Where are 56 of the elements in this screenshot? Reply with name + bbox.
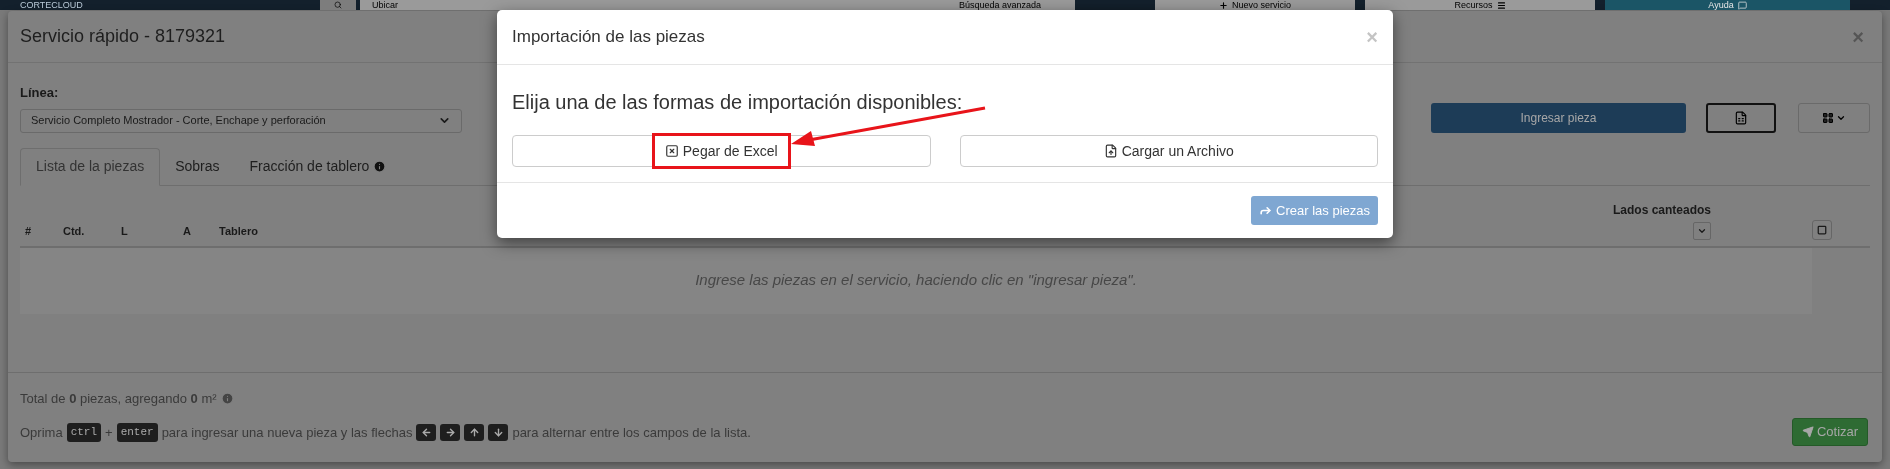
arrow-right-icon [444,426,456,438]
column-header: L [121,224,129,239]
add-piece-button[interactable]: Ingresar pieza [1431,102,1686,133]
empty-message: Ingrese las piezas en el servicio, haciendo clic en "ingresar pieza". [695,270,1137,291]
column-header: # [24,224,33,239]
navbar-button[interactable]: Ayuda [1605,0,1850,10]
spreadsheet-x-icon [664,144,679,158]
tab[interactable]: Fracción de tablero [234,147,402,186]
share-arrow-icon [1259,204,1273,217]
navbar-button[interactable]: Recursos [1365,0,1595,10]
search-field[interactable]: Ubicar [360,0,925,10]
paper-plane-icon [1801,426,1814,438]
line-select[interactable]: Servicio Completo Mostrador - Corte, Enchape y perforación [20,108,462,133]
navbar-button[interactable]: Búsqueda avanzada [925,0,1075,10]
plus-icon [1219,0,1228,10]
hint-text: Oprima [20,423,63,442]
prompt-text: Elija una de las formas de importación disponibles: [512,90,964,115]
document-icon [1734,110,1748,125]
hint-text: para ingresar una nueva pieza y las flechas [161,423,413,442]
arrow-left-icon [420,426,432,438]
quote-button[interactable]: Cotizar [1792,418,1868,446]
option-content: Cargar un Archivo [1090,133,1247,169]
annotation-frame: Pegar de Excel [651,133,791,169]
chat-icon [1737,0,1747,10]
column-header: Ctd. [63,224,86,239]
import-option-button[interactable]: Pegar de Excel [512,135,931,167]
dialog-title: Servicio rápido - 8179321 [20,25,226,48]
info-icon [373,160,387,173]
info-icon [220,392,234,406]
column-header: Tablero [219,224,258,239]
column-header: Lados canteados [1613,201,1711,219]
arrow-down-icon [492,426,504,438]
dialog-title: Importación de las piezas [512,26,705,49]
grid-icon [1822,111,1834,124]
search-button[interactable] [320,0,356,10]
arrow-up-icon [468,426,480,438]
summary-text: Total de 0 piezas, agregando 0 m² [20,390,217,408]
key-cap: enter [116,423,158,442]
import-option-button[interactable]: Cargar un Archivo [959,135,1378,167]
file-export-button[interactable] [1706,102,1776,133]
file-upload-icon [1103,144,1118,158]
select-all-button[interactable] [1812,219,1832,240]
tab[interactable]: Lista de la piezas [20,147,161,186]
key-cap: ctrl [66,423,102,442]
layout-dropdown-button[interactable] [1798,102,1870,133]
hint-text: + [105,423,113,442]
menu-icon [1496,0,1506,10]
column-header: A [183,224,192,239]
app-logo[interactable]: CORTECLOUD [20,0,320,10]
search-icon [334,1,342,9]
dropdown-button[interactable] [1693,221,1711,240]
square-icon [1817,224,1827,235]
navbar-button[interactable]: Nuevo servicio [1155,0,1355,10]
hint-text: para alternar entre los campos de la lista. [512,423,751,442]
field-label: Línea: [20,84,60,102]
tab[interactable]: Sobras [160,147,235,186]
